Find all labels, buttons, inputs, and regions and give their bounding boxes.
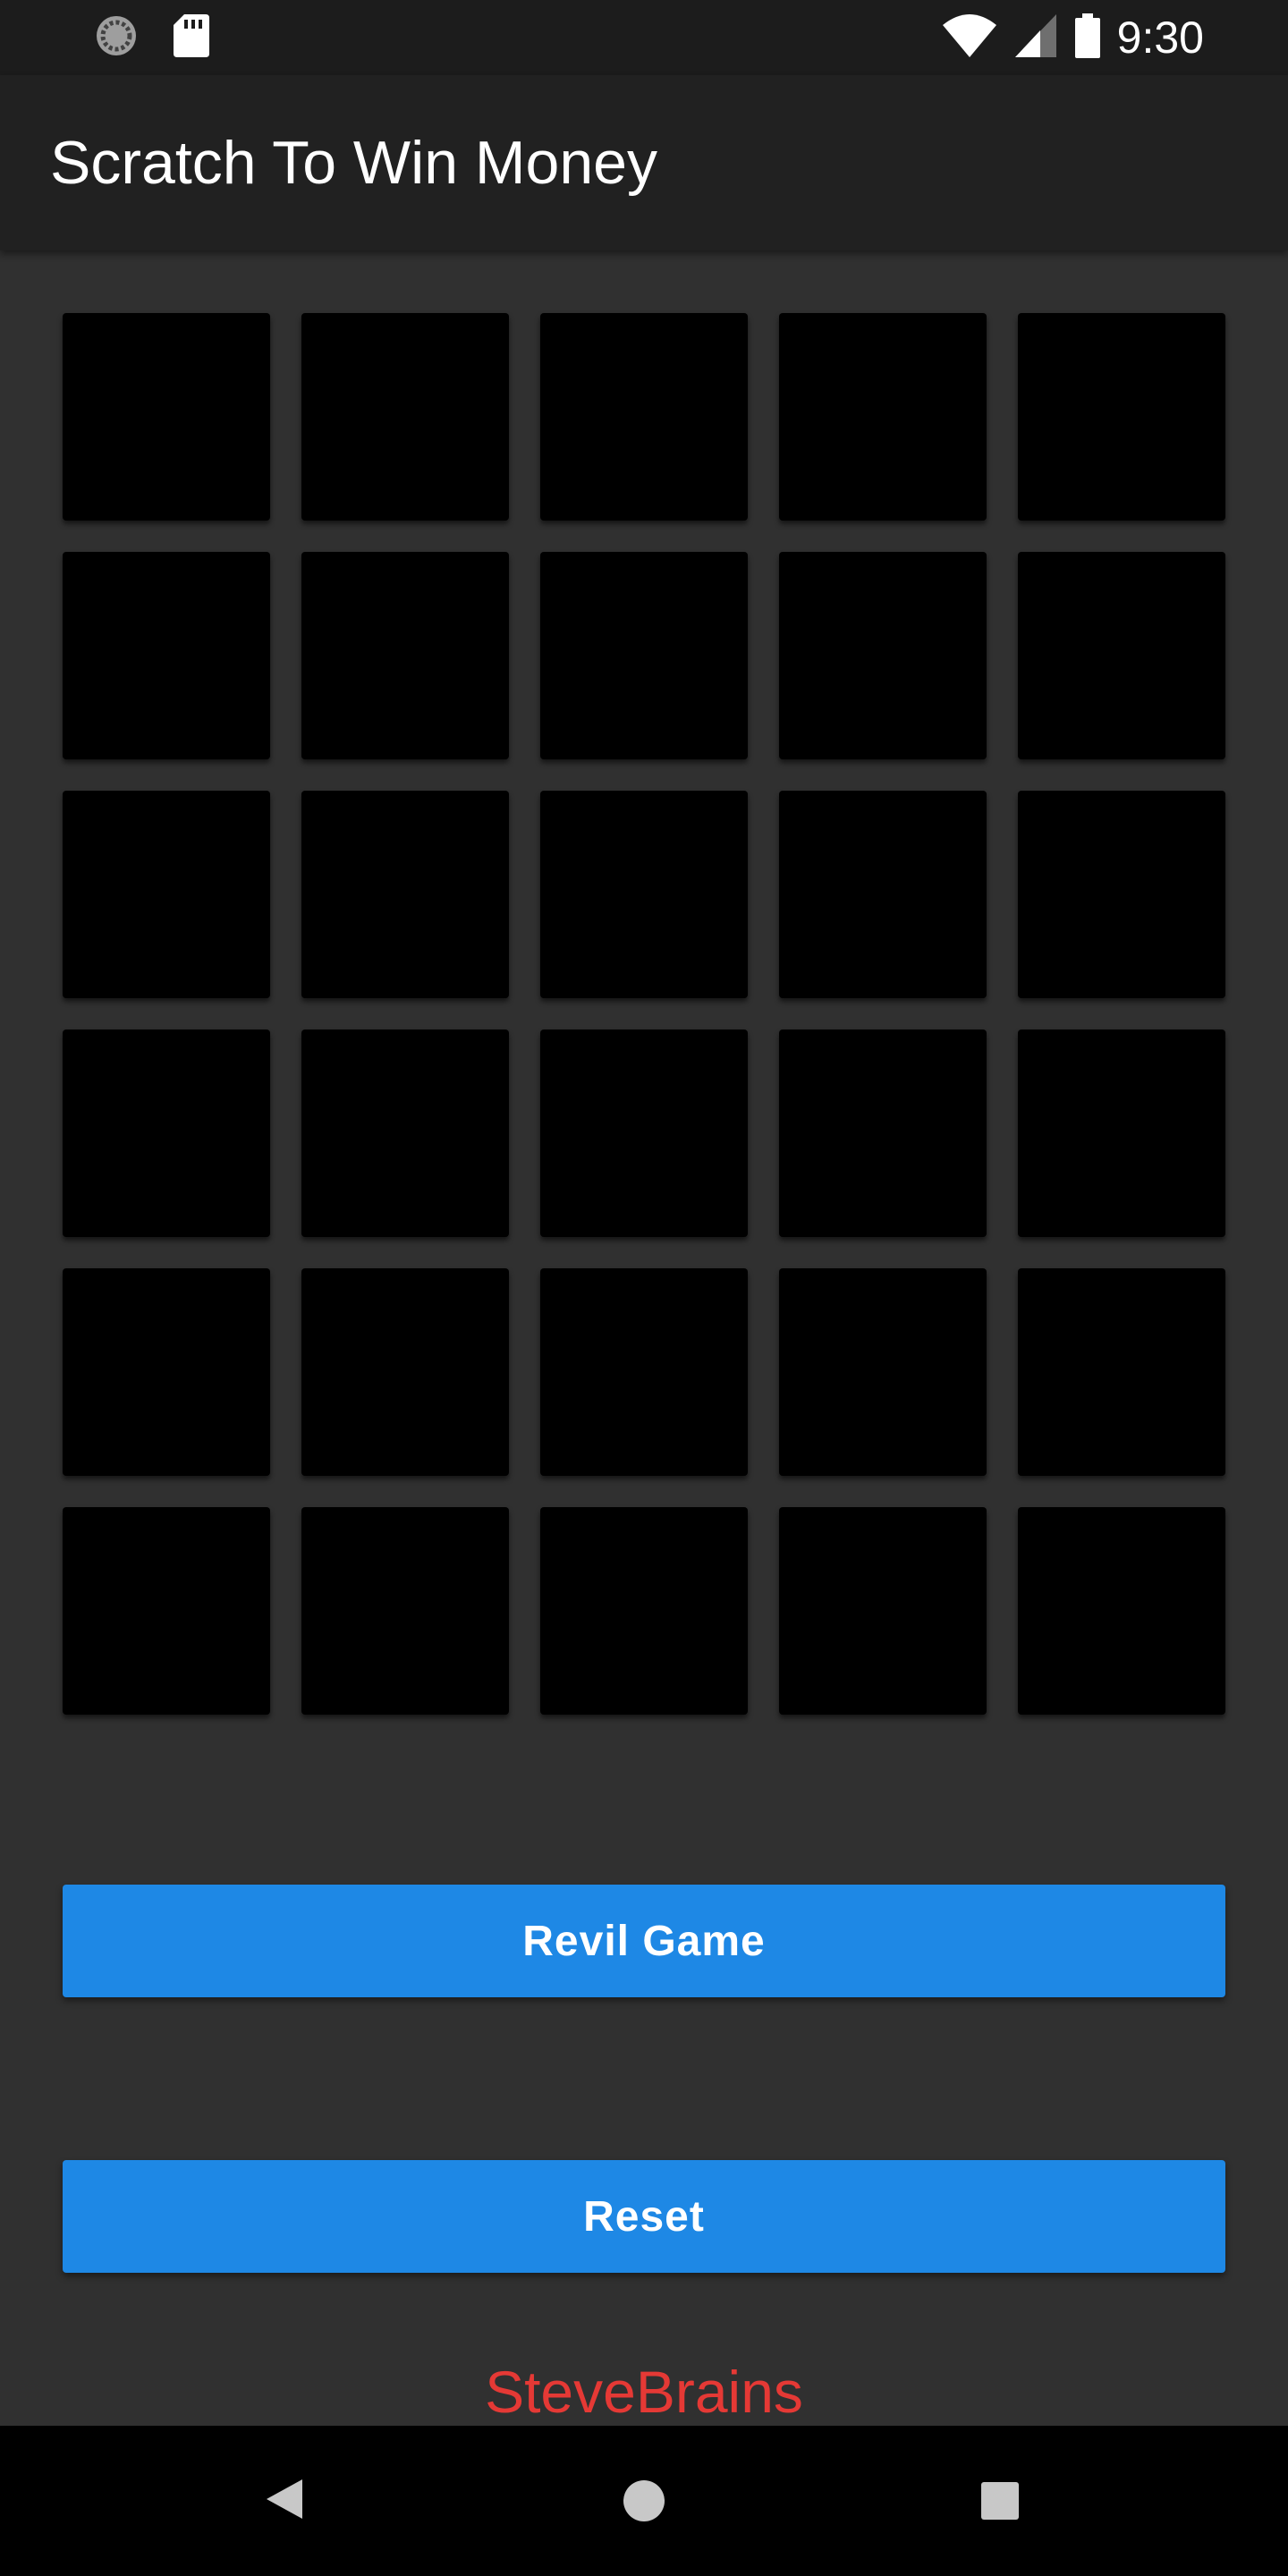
scratch-tile[interactable] xyxy=(63,1030,270,1237)
scratch-tile[interactable] xyxy=(540,1268,748,1476)
scratch-tile[interactable] xyxy=(540,1507,748,1715)
back-icon[interactable] xyxy=(265,2478,304,2525)
status-bar: 9:30 xyxy=(0,0,1288,75)
scratch-tile[interactable] xyxy=(540,791,748,998)
scratch-tile[interactable] xyxy=(1018,791,1225,998)
scratch-tile[interactable] xyxy=(779,1268,987,1476)
scratch-tile[interactable] xyxy=(301,1268,509,1476)
scratch-tile[interactable] xyxy=(779,313,987,521)
scratch-tile[interactable] xyxy=(301,1507,509,1715)
scratch-tile[interactable] xyxy=(779,1030,987,1237)
app-bar: Scratch To Win Money xyxy=(0,75,1288,250)
scratch-tile[interactable] xyxy=(779,1507,987,1715)
scratch-tile[interactable] xyxy=(1018,552,1225,759)
scratch-tile[interactable] xyxy=(63,313,270,521)
status-right-icons: 9:30 xyxy=(942,9,1204,66)
scratch-tile[interactable] xyxy=(63,1507,270,1715)
status-clock: 9:30 xyxy=(1116,13,1204,63)
scratch-tile[interactable] xyxy=(779,791,987,998)
scratch-tile[interactable] xyxy=(63,1268,270,1476)
scratch-tile[interactable] xyxy=(1018,313,1225,521)
reveal-game-button[interactable]: Revil Game xyxy=(63,1885,1225,1997)
recents-icon[interactable] xyxy=(980,2481,1020,2525)
navigation-bar xyxy=(0,2426,1288,2576)
scratch-tile[interactable] xyxy=(1018,1268,1225,1476)
reset-button[interactable]: Reset xyxy=(63,2160,1225,2273)
cell-signal-icon xyxy=(1013,13,1058,64)
sd-card-icon xyxy=(172,13,211,64)
app-title: Scratch To Win Money xyxy=(50,129,658,197)
scratch-tile[interactable] xyxy=(63,791,270,998)
scratch-board xyxy=(63,313,1225,1715)
scratch-tile[interactable] xyxy=(301,1030,509,1237)
developer-credit: SteveBrains xyxy=(485,2359,803,2425)
scratch-tile[interactable] xyxy=(540,1030,748,1237)
sync-icon xyxy=(93,13,140,64)
scratch-tile[interactable] xyxy=(779,552,987,759)
scratch-tile[interactable] xyxy=(1018,1507,1225,1715)
scratch-tile[interactable] xyxy=(540,313,748,521)
scratch-tile[interactable] xyxy=(301,552,509,759)
home-icon[interactable] xyxy=(623,2479,665,2527)
status-left-icons xyxy=(93,13,211,64)
scratch-tile[interactable] xyxy=(540,552,748,759)
scratch-tile[interactable] xyxy=(63,552,270,759)
scratch-tile[interactable] xyxy=(301,313,509,521)
wifi-icon xyxy=(942,13,997,64)
battery-icon xyxy=(1074,13,1101,64)
scratch-tile[interactable] xyxy=(1018,1030,1225,1237)
scratch-tile[interactable] xyxy=(301,791,509,998)
